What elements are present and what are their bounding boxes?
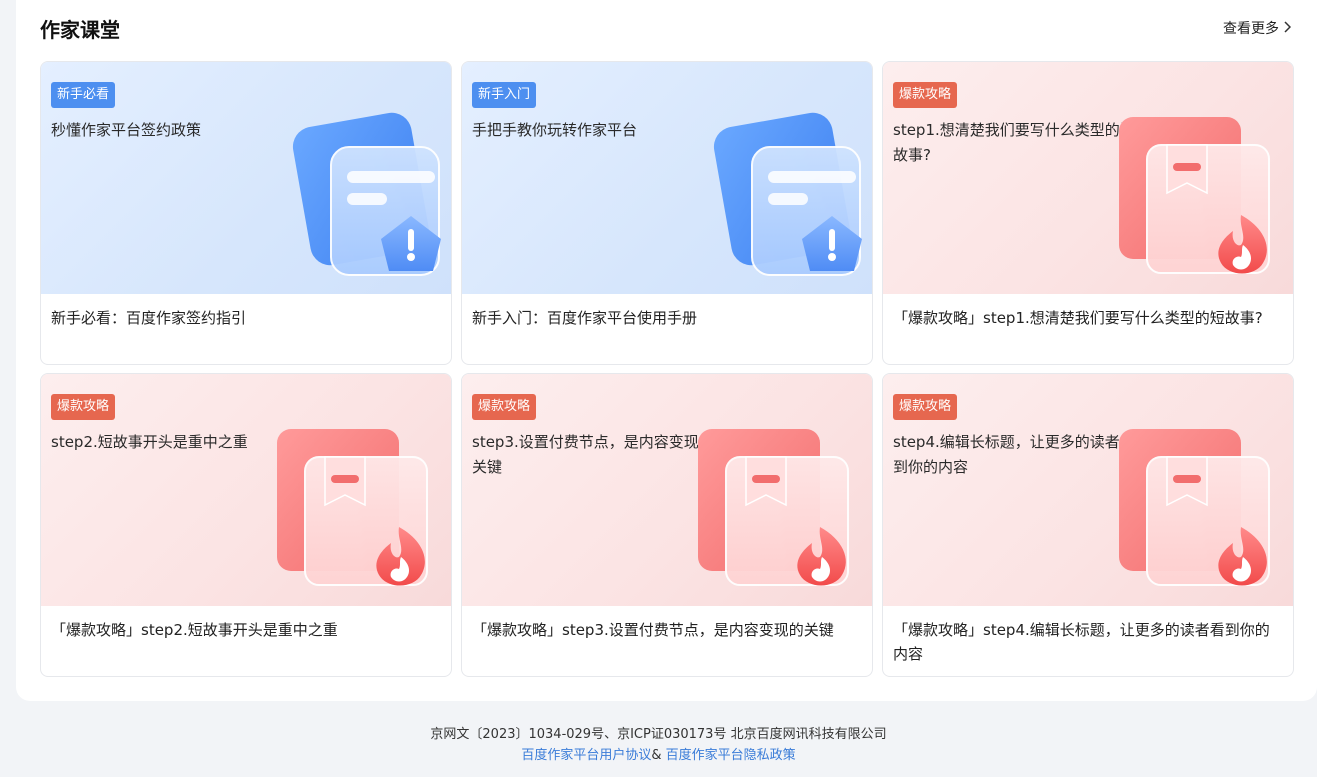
card-caption: 「爆款攻略」step4.编辑长标题，让更多的读者看到你的内容 <box>893 621 1270 663</box>
card-caption: 新手必看：百度作家签约指引 <box>51 309 247 327</box>
view-more-link[interactable]: 查看更多 <box>1223 18 1292 38</box>
card-cover: 爆款攻略 step3.设置付费节点，是内容变现的关键 <box>462 374 872 606</box>
card-cover-title: step1.想清楚我们要写什么类型的短故事? <box>893 121 1135 164</box>
course-card[interactable]: 新手入门手把手教你玩转作家平台 新手入门：百度作家平台使用手册 <box>461 61 873 365</box>
user-agreement-link[interactable]: 百度作家平台用户协议 <box>521 748 651 763</box>
book-fire-icon <box>271 423 441 598</box>
card-caption: 「爆款攻略」step1.想清楚我们要写什么类型的短故事? <box>893 309 1263 327</box>
chevron-right-icon <box>1283 20 1292 36</box>
writer-class-panel: 作家课堂 查看更多 新手必看 秒懂作家平台签约政策 新手必看：百度作家签约指引 … <box>16 0 1317 701</box>
document-warning-icon <box>692 111 862 286</box>
card-caption: 「爆款攻略」step2.短故事开头是重中之重 <box>51 621 338 639</box>
section-title: 作家课堂 <box>40 18 120 42</box>
book-fire-icon <box>1113 111 1283 286</box>
card-cover-title: 秒懂作家平台签约政策 <box>51 121 202 139</box>
card-cover: 爆款攻略 step1.想清楚我们要写什么类型的短故事? <box>883 62 1293 294</box>
card-cover-title: step2.短故事开头是重中之重 <box>51 433 248 451</box>
card-tag-badge: 爆款攻略 <box>51 394 116 420</box>
card-caption: 「爆款攻略」step3.设置付费节点，是内容变现的关键 <box>472 621 834 639</box>
card-cover-title: 手把手教你玩转作家平台 <box>472 121 638 139</box>
footer: 京网文〔2023〕1034-029号、京ICP证030173号 北京百度网讯科技… <box>0 724 1317 766</box>
card-tag-badge: 新手必看 <box>51 82 116 108</box>
card-cover: 新手必看秒懂作家平台签约政策 <box>41 62 451 294</box>
footer-links: 百度作家平台用户协议& 百度作家平台隐私政策 <box>0 745 1317 766</box>
footer-icp: 京网文〔2023〕1034-029号、京ICP证030173号 北京百度网讯科技… <box>430 727 887 742</box>
course-card[interactable]: 新手必看秒懂作家平台签约政策 新手必看：百度作家签约指引 <box>40 61 452 365</box>
book-fire-icon <box>1113 423 1283 598</box>
course-card-grid: 新手必看 秒懂作家平台签约政策 新手必看：百度作家签约指引 新手入门 手把手教你玩转作… <box>40 61 1294 677</box>
card-tag-badge: 爆款攻略 <box>893 82 958 108</box>
footer-amp: & <box>651 748 662 763</box>
course-card[interactable]: 爆款攻略 step3.设置付费节点，是内容变现的关键 「爆款攻略」step3.设置… <box>461 373 873 677</box>
course-card[interactable]: 爆款攻略 step2.短故事开头是重中之重 「爆款攻略」step2.短故事开头是重… <box>40 373 452 677</box>
card-tag-badge: 新手入门 <box>472 82 537 108</box>
card-cover-title: step3.设置付费节点，是内容变现的关键 <box>472 433 714 476</box>
card-cover-title: step4.编辑长标题，让更多的读者看到你的内容 <box>893 433 1135 476</box>
card-caption: 新手入门：百度作家平台使用手册 <box>472 309 698 327</box>
card-cover: 爆款攻略 step4.编辑长标题，让更多的读者看到你的内容 <box>883 374 1293 606</box>
course-card[interactable]: 爆款攻略 step1.想清楚我们要写什么类型的短故事? 「爆款攻略」step1.想… <box>882 61 1294 365</box>
privacy-policy-link[interactable]: 百度作家平台隐私政策 <box>666 748 796 763</box>
card-cover: 新手入门手把手教你玩转作家平台 <box>462 62 872 294</box>
view-more-label: 查看更多 <box>1223 21 1279 37</box>
document-warning-icon <box>271 111 441 286</box>
course-card[interactable]: 爆款攻略 step4.编辑长标题，让更多的读者看到你的内容 「爆款攻略」step4… <box>882 373 1294 677</box>
book-fire-icon <box>692 423 862 598</box>
card-cover: 爆款攻略 step2.短故事开头是重中之重 <box>41 374 451 606</box>
card-tag-badge: 爆款攻略 <box>893 394 958 420</box>
card-tag-badge: 爆款攻略 <box>472 394 537 420</box>
